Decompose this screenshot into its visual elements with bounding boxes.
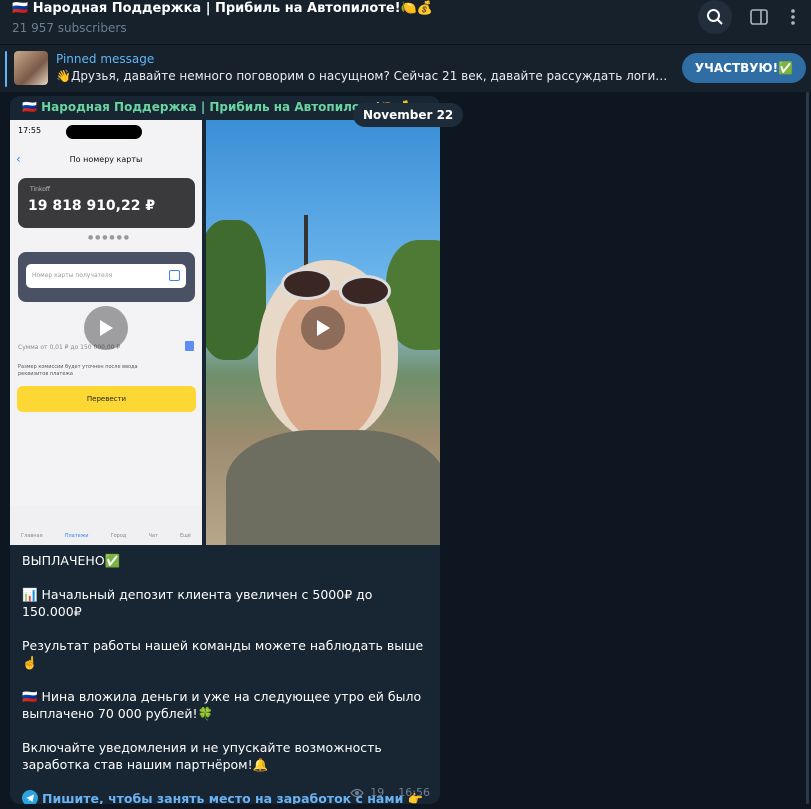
message-line: 🇷🇺 Нина вложила деньги и уже на следующе… <box>22 689 422 721</box>
woman-top <box>226 430 440 545</box>
message-line: ВЫПЛАЧЕНО✅ <box>22 553 121 568</box>
channel-title[interactable]: 🇷🇺 Народная Поддержка | Прибиль на Автоп… <box>12 1 433 16</box>
telegram-icon <box>22 790 38 804</box>
phone-tab: Ещё <box>179 533 191 539</box>
play-icon <box>317 320 330 336</box>
sunglasses-left <box>281 268 333 300</box>
phone-tab: Платежи <box>64 533 89 539</box>
play-button[interactable] <box>84 306 128 350</box>
phone-tabbar: Главная Платежи Город Чат Ещё <box>10 505 202 545</box>
video-thumbnail-woman[interactable] <box>206 120 440 545</box>
eye-icon <box>350 788 365 797</box>
video-thumbnail-screenshot[interactable]: 17:55 ‹ По номеру карты Tinkoff 19 818 9… <box>10 120 202 545</box>
message-text: ВЫПЛАЧЕНО✅ 📊 Начальный депозит клиента у… <box>22 552 432 804</box>
scrollbar[interactable] <box>806 92 809 804</box>
view-count: 19 <box>370 786 385 799</box>
carousel-dots: ● ● ● ● ● ● <box>88 234 129 241</box>
search-button[interactable] <box>698 0 732 34</box>
pinned-thumbnail <box>14 51 48 85</box>
calculator-icon <box>185 341 194 351</box>
join-button[interactable]: УЧАСТВУЮ!✅ <box>682 53 806 83</box>
message-line: Включайте уведомления и не упускайте воз… <box>22 740 382 772</box>
more-button[interactable] <box>774 0 811 34</box>
sidebar-toggle-button[interactable] <box>740 0 778 34</box>
more-vertical-icon <box>791 9 795 25</box>
phone-tab: Чат <box>148 533 158 539</box>
recipient-card: Номер карты получателя <box>18 252 195 302</box>
subscriber-count: 21 957 subscribers <box>12 21 127 35</box>
tree-left <box>206 220 266 360</box>
message-bubble[interactable]: 🇷🇺 Народная Поддержка | Прибиль на Автоп… <box>10 96 440 804</box>
pinned-indicator <box>5 51 7 87</box>
search-icon <box>707 9 723 25</box>
sunglasses-right <box>339 275 391 307</box>
transfer-button: Перевести <box>17 386 196 412</box>
fee-note: Размер комиссии будет уточнен после ввод… <box>18 364 138 377</box>
phone-time: 17:55 <box>18 126 42 135</box>
phone-tab: Город <box>110 533 127 539</box>
phone-notch <box>66 125 142 139</box>
sidebar-icon <box>750 9 768 25</box>
pinned-text[interactable]: 👋Друзья, давайте немного поговорим о нас… <box>56 69 671 83</box>
play-icon <box>100 320 113 336</box>
balance-amount: 19 818 910,22 ₽ <box>28 198 156 214</box>
message-time: 16:56 <box>398 786 430 799</box>
phone-tab: Главная <box>21 533 43 539</box>
message-meta: 19 16:56 <box>350 786 430 799</box>
recipient-input: Номер карты получателя <box>26 264 186 288</box>
scan-icon <box>169 270 180 281</box>
card-balance: Tinkoff 19 818 910,22 ₽ <box>18 178 195 228</box>
chat-header[interactable]: 🇷🇺 Народная Поддержка | Прибиль на Автоп… <box>0 0 811 44</box>
message-line: 📊 Начальный депозит клиента увеличен с 5… <box>22 587 373 619</box>
phone-screen-title: По номеру карты <box>69 155 143 164</box>
pinned-label: Pinned message <box>56 52 155 66</box>
recipient-placeholder: Номер карты получателя <box>32 272 113 279</box>
play-button[interactable] <box>301 306 345 350</box>
message-line: Результат работы нашей команды можете на… <box>22 638 424 670</box>
bank-name: Tinkoff <box>30 186 51 193</box>
date-pill: November 22 <box>353 103 464 127</box>
